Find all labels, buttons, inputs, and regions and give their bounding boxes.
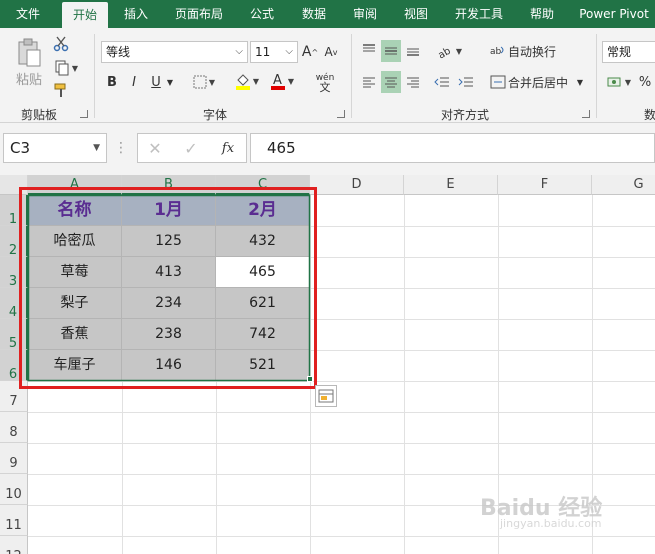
alignment-group-label: 对齐方式 [440, 108, 489, 122]
font-launcher-icon[interactable] [337, 110, 345, 118]
svg-text:ab: ab [490, 47, 502, 57]
ribbon-home: 粘贴 ▼ 剪贴板 等线 ⌵ 11 ⌵ A ^ Av B I U ▼ ▼ ▼ A ▼ wé… [0, 28, 655, 123]
quick-analysis-icon[interactable] [315, 385, 337, 407]
alignment-launcher-icon[interactable] [582, 110, 590, 118]
font-group-label: 字体 [202, 108, 227, 122]
format-painter-icon[interactable] [50, 80, 72, 100]
svg-text:A: A [273, 73, 282, 88]
clipboard-launcher-icon[interactable] [80, 110, 88, 118]
accounting-format-icon[interactable]: ▼ [604, 72, 634, 92]
percent-button[interactable]: % [636, 72, 654, 92]
confirm-entry-icon[interactable]: ✓ [180, 138, 202, 158]
chevron-down-icon: ⌵ [285, 46, 293, 57]
underline-button[interactable]: U [148, 72, 164, 92]
more-options-icon[interactable]: ⋮ [114, 139, 128, 157]
tab-home[interactable]: 开始 [62, 2, 108, 30]
font-name-value: 等线 [106, 45, 131, 59]
tab-view[interactable]: 视图 [394, 0, 438, 28]
tab-page-layout[interactable]: 页面布局 [166, 0, 232, 28]
orientation-icon[interactable]: ab ▼ [432, 40, 466, 62]
decrease-font-icon[interactable]: Av [322, 42, 340, 62]
name-box[interactable]: C3 ▼ [3, 133, 107, 163]
paste-icon[interactable] [14, 36, 44, 70]
increase-font-icon[interactable]: A ^ [301, 42, 319, 62]
group-divider [351, 34, 352, 118]
cancel-entry-icon[interactable]: ✕ [144, 138, 166, 158]
tab-insert[interactable]: 插入 [114, 0, 158, 28]
decrease-indent-icon[interactable] [432, 72, 452, 92]
tab-data[interactable]: 数据 [292, 0, 336, 28]
font-size-select[interactable]: 11 ⌵ [250, 41, 298, 63]
tab-file[interactable]: 文件 [4, 0, 52, 28]
insert-function-icon[interactable]: fx [216, 138, 240, 158]
align-left-icon[interactable] [360, 72, 378, 92]
italic-button[interactable]: I [126, 72, 142, 92]
cut-icon[interactable] [50, 34, 72, 54]
formula-bar: C3 ▼ ⋮ ✕ ✓ fx 465 [0, 123, 655, 175]
tab-power-pivot[interactable]: Power Pivot [574, 0, 654, 28]
align-bottom-icon[interactable] [404, 40, 422, 60]
fill-handle[interactable] [307, 376, 313, 382]
tab-developer[interactable]: 开发工具 [444, 0, 514, 28]
merge-dropdown-icon[interactable]: ▼ [574, 72, 586, 92]
formula-input[interactable]: 465 [250, 133, 655, 163]
fill-color-icon[interactable]: ▼ [232, 70, 262, 92]
clipboard-group-label: 剪贴板 [20, 108, 57, 122]
wrap-text-button[interactable]: 自动换行 [508, 40, 560, 62]
align-middle-icon[interactable] [381, 40, 401, 62]
increase-indent-icon[interactable] [456, 72, 476, 92]
font-name-select[interactable]: 等线 ⌵ [101, 41, 248, 63]
bold-button[interactable]: B [104, 72, 120, 92]
align-center-icon[interactable] [381, 71, 401, 93]
formula-controls: ✕ ✓ fx [137, 133, 247, 163]
worksheet-grid: A B C D E F G 1 2 3 4 5 6 7 8 9 10 11 12… [0, 175, 655, 554]
merge-center-icon[interactable] [488, 72, 508, 92]
wrap-text-icon[interactable]: ab [488, 40, 508, 62]
number-group-label: 数 [643, 108, 655, 122]
paste-button[interactable]: 粘贴 [12, 70, 46, 88]
name-box-value: C3 [10, 139, 31, 157]
copy-icon[interactable]: ▼ [50, 58, 82, 78]
borders-icon[interactable]: ▼ [190, 72, 218, 92]
font-color-icon[interactable]: A ▼ [267, 70, 297, 92]
align-top-icon[interactable] [360, 40, 378, 60]
chevron-down-icon: ▼ [93, 143, 100, 153]
chevron-down-icon: ⌵ [235, 46, 243, 57]
tab-review[interactable]: 审阅 [343, 0, 387, 28]
tab-help[interactable]: 帮助 [520, 0, 564, 28]
font-size-value: 11 [255, 45, 271, 59]
svg-text:ab: ab [436, 46, 452, 59]
align-right-icon[interactable] [404, 72, 422, 92]
watermark-url: jingyan.baidu.com [500, 517, 602, 530]
merge-center-button[interactable]: 合并后居中 [508, 72, 574, 92]
underline-dropdown-icon[interactable]: ▼ [164, 72, 176, 92]
group-divider [596, 34, 597, 118]
tab-formulas[interactable]: 公式 [240, 0, 284, 28]
ribbon-tab-bar: 文件 开始 插入 页面布局 公式 数据 审阅 视图 开发工具 帮助 Power … [0, 0, 655, 30]
group-divider [94, 34, 95, 118]
number-format-select[interactable]: 常规 [602, 41, 655, 63]
number-format-value: 常规 [607, 45, 632, 59]
phonetic-guide-button[interactable]: wén 文 [308, 72, 342, 94]
